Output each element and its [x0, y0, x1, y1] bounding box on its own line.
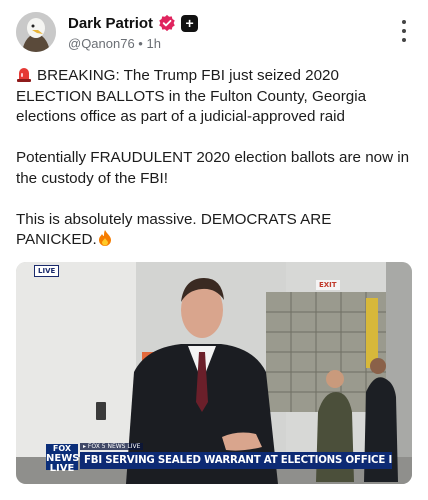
post-paragraph-2: Potentially FRAUDULENT 2020 election bal…	[16, 149, 410, 187]
fire-emoji	[98, 230, 111, 246]
handle-and-time: @Qanon76 • 1h	[68, 36, 161, 51]
eagle-avatar-icon	[16, 12, 56, 52]
plus-badge-icon: +	[181, 14, 199, 32]
verified-icon	[159, 14, 175, 32]
live-tag: LIVE	[34, 265, 60, 277]
author-block: Dark Patriot + @Qanon76 • 1h	[68, 13, 199, 51]
video-player[interactable]: LIVE EXIT FOX NEWS LIVE ▸ FOX 5 NEWS LIV…	[16, 262, 412, 484]
more-options-icon[interactable]	[396, 20, 412, 42]
chyron-subline: ▸ FOX 5 NEWS LIVE	[80, 443, 144, 450]
logo-top: FOX	[52, 444, 72, 453]
siren-emoji	[17, 68, 31, 82]
post-header: Dark Patriot + @Qanon76 • 1h	[16, 10, 412, 58]
logo-middle: NEWS	[46, 452, 80, 464]
post-paragraph-1: BREAKING: The Trump FBI just seized 2020…	[16, 66, 412, 128]
avatar[interactable]	[16, 12, 56, 52]
author-name[interactable]: Dark Patriot	[68, 15, 153, 32]
fox-news-live-logo: FOX NEWS LIVE	[46, 444, 80, 473]
chyron-headline: FBI SERVING SEALED WARRANT AT ELECTIONS …	[80, 452, 392, 469]
exit-sign: EXIT	[316, 280, 340, 290]
paragraph-1-text: BREAKING: The Trump FBI just seized 2020…	[16, 67, 367, 125]
paragraph-3-text: This is absolutely massive. DEMOCRATS AR…	[16, 210, 332, 249]
post-body: BREAKING: The Trump FBI just seized 2020…	[16, 66, 412, 251]
logo-bottom: LIVE	[49, 462, 75, 474]
news-lower-third: FOX NEWS LIVE ▸ FOX 5 NEWS LIVE FBI SERV…	[46, 442, 392, 473]
post-paragraph-3: This is absolutely massive. DEMOCRATS AR…	[16, 210, 412, 251]
